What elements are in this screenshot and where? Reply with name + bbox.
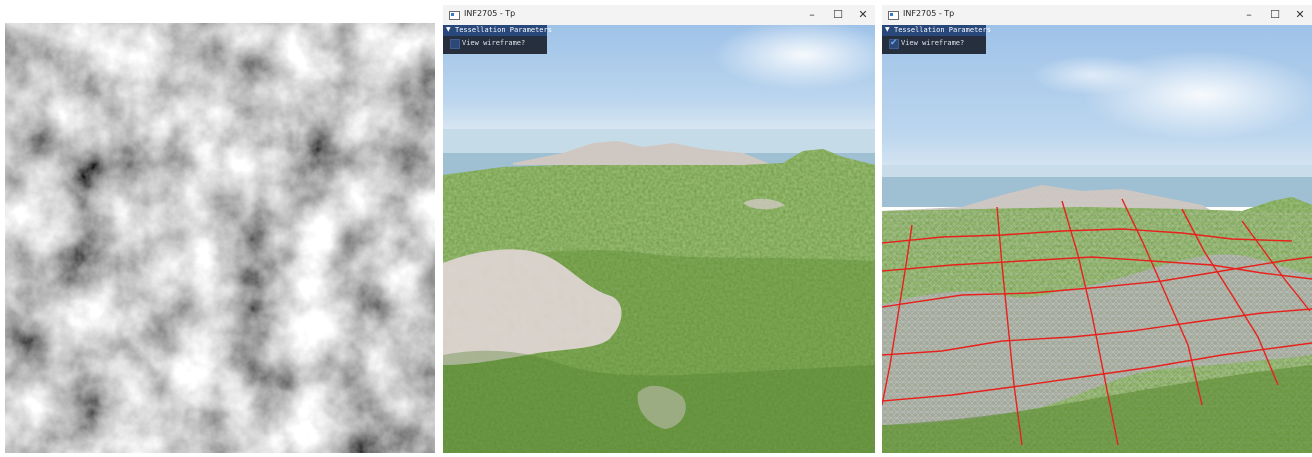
noise-texture: [5, 23, 435, 453]
maximize-button[interactable]: ☐: [831, 8, 845, 22]
app-window-wireframe: INF2705 - Tp – ☐ ✕ ▼ Tessellation Parame…: [882, 5, 1312, 453]
app-window-textured: INF2705 - Tp – ☐ ✕ ▼ Tessellation Parame…: [443, 5, 875, 453]
wireframe-label[interactable]: View wireframe?: [462, 39, 525, 47]
tessellation-panel: ▼ Tessellation Parameters ✔ View wirefra…: [882, 25, 991, 54]
heightmap-image: [5, 23, 435, 453]
tessellation-panel: ▼ Tessellation Parameters View wireframe…: [443, 25, 552, 54]
close-button[interactable]: ✕: [1293, 8, 1307, 22]
terrain-wireframe-render: [882, 25, 1312, 453]
title-bar[interactable]: INF2705 - Tp – ☐ ✕: [882, 5, 1312, 26]
panel-title: Tessellation Parameters: [894, 26, 991, 34]
minimize-button[interactable]: –: [1242, 8, 1256, 22]
terrain-render: [443, 25, 875, 453]
wireframe-checkbox[interactable]: ✔: [889, 38, 899, 49]
terrain-viewport[interactable]: [882, 25, 1312, 453]
app-icon: [888, 11, 899, 20]
check-mark-icon: ✔: [890, 38, 898, 48]
collapse-arrow-icon[interactable]: ▼: [446, 26, 451, 33]
wireframe-label[interactable]: View wireframe?: [901, 39, 964, 47]
wireframe-checkbox[interactable]: [450, 39, 460, 49]
terrain-viewport[interactable]: [443, 25, 875, 453]
window-title: INF2705 - Tp: [464, 9, 516, 18]
collapse-arrow-icon[interactable]: ▼: [885, 26, 890, 33]
app-icon: [449, 11, 460, 20]
title-bar[interactable]: INF2705 - Tp – ☐ ✕: [443, 5, 875, 26]
panel-header[interactable]: ▼ Tessellation Parameters: [443, 25, 552, 36]
panel-title: Tessellation Parameters: [455, 26, 552, 34]
panel-header[interactable]: ▼ Tessellation Parameters: [882, 25, 991, 36]
minimize-button[interactable]: –: [805, 8, 819, 22]
close-button[interactable]: ✕: [856, 8, 870, 22]
window-title: INF2705 - Tp: [903, 9, 955, 18]
maximize-button[interactable]: ☐: [1268, 8, 1282, 22]
